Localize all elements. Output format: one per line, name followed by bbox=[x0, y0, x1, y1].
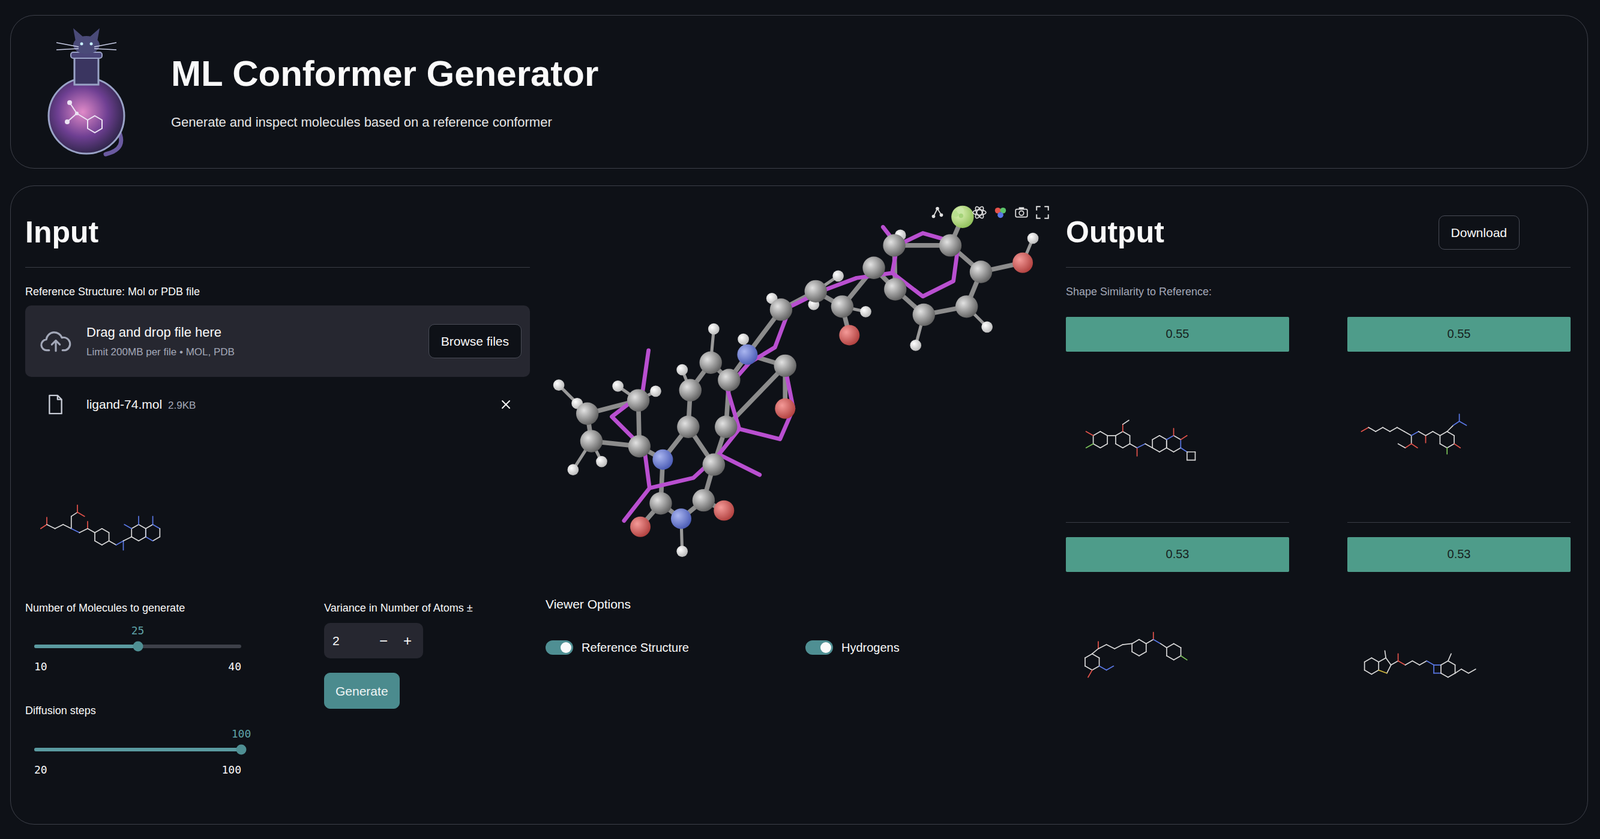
reference-molecule-drawing bbox=[36, 473, 180, 576]
fullscreen-icon[interactable] bbox=[1034, 204, 1051, 221]
similarity-label: Shape Similarity to Reference: bbox=[1065, 285, 1571, 299]
toggle-knob bbox=[820, 642, 832, 653]
toggle-switch[interactable]: Reference Structure bbox=[545, 638, 806, 657]
similarity-score[interactable]: 0.53 bbox=[1347, 537, 1571, 572]
similarity-score[interactable]: 0.53 bbox=[1065, 537, 1290, 572]
cloud-upload-icon bbox=[39, 329, 73, 353]
result-card: 0.53 bbox=[1347, 537, 1571, 743]
download-button[interactable]: Download bbox=[1438, 215, 1520, 250]
slider-label: Number of Molecules to generate bbox=[25, 601, 297, 616]
toggle-label: Hydrogens bbox=[841, 639, 900, 656]
slider-thumb[interactable] bbox=[236, 744, 247, 755]
result-molecule-drawing bbox=[1359, 621, 1503, 693]
variance-value[interactable]: 2 bbox=[332, 633, 372, 649]
app-subtitle: Generate and inspect molecules based on … bbox=[171, 113, 599, 133]
results-grid: 0.55 0.55 0.53 0.53 bbox=[1065, 316, 1571, 743]
slider[interactable]: 25 10 40 bbox=[34, 623, 242, 674]
output-header: Output Download bbox=[1065, 215, 1571, 268]
variance-label: Variance in Number of Atoms ± bbox=[324, 601, 473, 616]
slider[interactable]: 10020100 bbox=[34, 726, 242, 778]
app-title: ML Conformer Generator bbox=[171, 52, 599, 96]
uploader-label: Reference Structure: Mol or PDB file bbox=[25, 285, 530, 299]
generate-button[interactable]: Generate bbox=[324, 672, 400, 709]
slider-track[interactable] bbox=[34, 644, 242, 649]
result-card: 0.53 bbox=[1065, 537, 1290, 743]
app-page: ML Conformer Generator Generate and inspe… bbox=[0, 0, 1600, 839]
molecule-viewer[interactable] bbox=[545, 199, 1051, 572]
toggle-track[interactable] bbox=[545, 640, 574, 655]
file-size: 2.9KB bbox=[168, 399, 196, 412]
result-card: 0.55 bbox=[1065, 316, 1290, 523]
result-card: 0.55 bbox=[1347, 316, 1571, 523]
toggle-track[interactable] bbox=[805, 640, 834, 655]
slider-value: 100 bbox=[231, 726, 252, 742]
close-icon bbox=[499, 398, 512, 411]
slider-group: Diffusion steps 100 20 100 bbox=[25, 703, 297, 777]
similarity-score[interactable]: 0.55 bbox=[1065, 316, 1290, 352]
variance-input[interactable]: 2−+ bbox=[324, 622, 424, 659]
similarity-score[interactable]: 0.55 bbox=[1347, 316, 1571, 352]
result-molecule-drawing bbox=[1077, 400, 1221, 473]
slider-max: 100 bbox=[221, 762, 242, 778]
main-panel: Input Reference Structure: Mol or PDB fil… bbox=[10, 185, 1588, 825]
slider-label: Diffusion steps bbox=[25, 703, 297, 718]
browse-files-button[interactable]: Browse files bbox=[428, 324, 522, 359]
file-icon bbox=[47, 394, 64, 415]
dropzone-prompt: Drag and drop file here bbox=[86, 324, 415, 341]
remove-file-button[interactable] bbox=[497, 395, 516, 414]
viewer-options-title: Viewer Options bbox=[545, 595, 1051, 613]
flask-cat-logo-icon bbox=[45, 25, 128, 159]
increment-button[interactable]: + bbox=[395, 633, 420, 649]
viewer-panel: Viewer Options Reference Structure Hydroge… bbox=[545, 215, 1051, 657]
input-heading: Input bbox=[25, 215, 99, 251]
slider-fill bbox=[34, 747, 242, 752]
slider-value: 25 bbox=[131, 623, 145, 638]
slider-max: 40 bbox=[228, 659, 242, 674]
input-panel: Input Reference Structure: Mol or PDB fil… bbox=[25, 215, 530, 778]
file-name: ligand-74.mol bbox=[86, 397, 163, 412]
slider-track[interactable] bbox=[34, 747, 242, 752]
result-molecule-drawing bbox=[1359, 400, 1503, 473]
file-dropzone[interactable]: Drag and drop file here Limit 200MB per f… bbox=[25, 305, 530, 377]
slider-min: 10 bbox=[34, 659, 48, 674]
camera-icon[interactable] bbox=[1013, 204, 1030, 221]
viewer-toolbar bbox=[929, 204, 1051, 221]
toggle-switch[interactable]: Hydrogens bbox=[805, 638, 1051, 657]
molecule-network-icon[interactable] bbox=[929, 204, 946, 221]
app-header: ML Conformer Generator Generate and inspe… bbox=[10, 15, 1588, 169]
result-molecule-drawing bbox=[1077, 621, 1221, 693]
molecule-style-icon[interactable] bbox=[950, 204, 967, 221]
viewer-options: Reference Structure Hydrogens bbox=[545, 638, 1051, 657]
slider-group: Number of Molecules to generate 25 10 40 bbox=[25, 601, 297, 674]
slider-thumb[interactable] bbox=[132, 641, 143, 652]
toggle-knob bbox=[560, 642, 572, 653]
decrement-button[interactable]: − bbox=[371, 633, 396, 649]
output-panel: Output Download Shape Similarity to Refere… bbox=[1065, 215, 1571, 743]
output-heading: Output bbox=[1065, 215, 1165, 251]
color-palette-icon[interactable] bbox=[992, 204, 1009, 221]
slider-min: 20 bbox=[34, 762, 48, 778]
input-header: Input bbox=[25, 215, 530, 268]
molecule-3d-canvas[interactable] bbox=[545, 199, 1051, 572]
generation-controls: Number of Molecules to generate 25 10 40 Dif… bbox=[25, 601, 530, 778]
dropzone-hint: Limit 200MB per file • MOL, PDB bbox=[86, 345, 415, 359]
uploaded-file: ligand-74.mol 2.9KB bbox=[25, 392, 530, 417]
slider-fill bbox=[34, 644, 139, 649]
spin-rotate-icon[interactable] bbox=[971, 204, 988, 221]
toggle-label: Reference Structure bbox=[581, 639, 689, 656]
